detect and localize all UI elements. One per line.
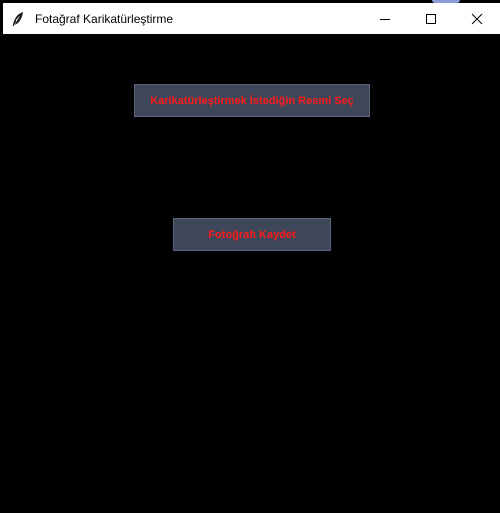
window-title: Fotağraf Karikatürleştirme xyxy=(35,11,174,26)
minimize-button[interactable] xyxy=(362,3,408,34)
title-bar[interactable]: Fotağraf Karikatürleştirme xyxy=(3,3,500,34)
save-photo-button[interactable]: Fotoğrafı Kaydet xyxy=(173,218,331,251)
window-controls xyxy=(362,3,500,34)
close-icon xyxy=(471,13,483,24)
feather-icon xyxy=(3,3,33,34)
app-window: Fotağraf Karikatürleştirme Karikatürleşt… xyxy=(0,0,500,513)
maximize-icon xyxy=(426,13,436,24)
main-canvas: Karikatürleştirmek İstediğin Resmi Seç F… xyxy=(3,34,500,513)
minimize-icon xyxy=(380,18,390,20)
select-image-button[interactable]: Karikatürleştirmek İstediğin Resmi Seç xyxy=(134,84,370,117)
close-button[interactable] xyxy=(454,3,500,34)
maximize-button[interactable] xyxy=(408,3,454,34)
